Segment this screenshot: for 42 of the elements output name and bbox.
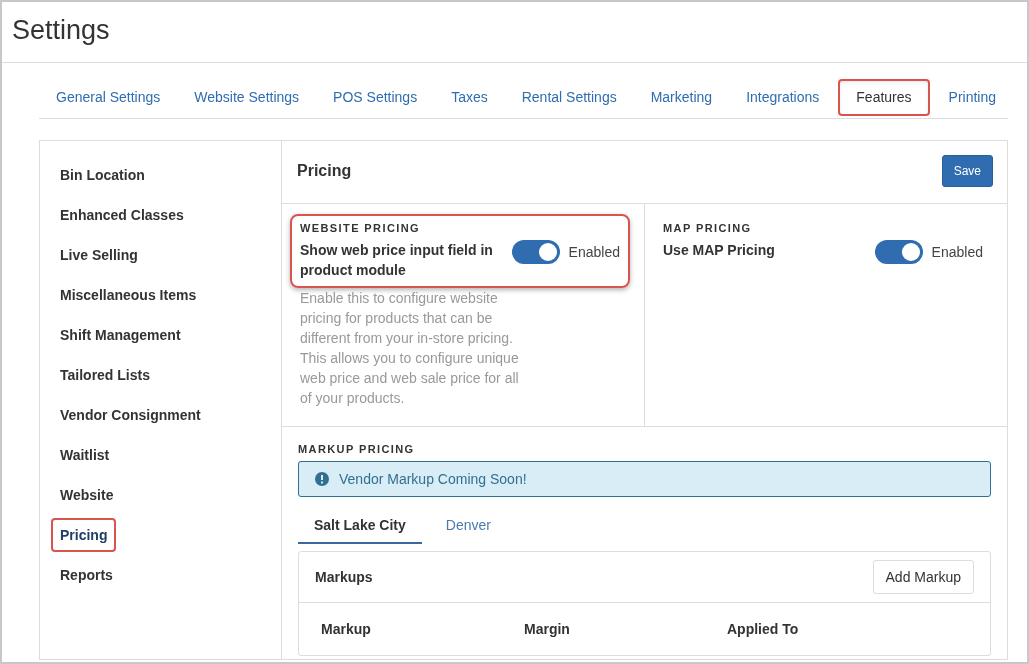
section-heading: WEBSITE PRICING: [300, 222, 421, 234]
sidebar-item[interactable]: Waitlist: [48, 435, 122, 475]
panel-title: Pricing: [297, 162, 352, 180]
column-header: Markup: [321, 621, 372, 637]
section-heading: MARKUP PRICING: [298, 443, 416, 455]
settings-tab[interactable]: Website Settings: [177, 77, 317, 118]
info-icon: [315, 472, 329, 486]
sidebar-item[interactable]: Pricing: [48, 515, 120, 555]
sidebar-item[interactable]: Shift Management: [48, 315, 193, 355]
settings-tab[interactable]: Rental Settings: [504, 77, 634, 118]
settings-tab[interactable]: POS Settings: [316, 77, 435, 118]
add-markup-button[interactable]: Add Markup: [872, 560, 974, 594]
page-title: Settings: [2, 2, 1027, 63]
settings-tab[interactable]: Features: [836, 77, 932, 118]
section-heading: MAP PRICING: [663, 222, 753, 234]
column-header: Margin: [524, 621, 571, 637]
settings-tab[interactable]: Printing: [931, 77, 1014, 118]
card-title: Markups: [315, 569, 373, 585]
sidebar-item[interactable]: Miscellaneous Items: [48, 275, 209, 315]
setting-description: Enable this to configure website pricing for products that can be different from your in-store pricing. This allows you to configure unique web price and web sale price for all of your products.: [299, 289, 520, 408]
sidebar-item[interactable]: Bin Location: [48, 155, 157, 195]
settings-tab[interactable]: Taxes: [434, 77, 505, 118]
column-header: Applied To: [727, 621, 800, 637]
save-button[interactable]: Save: [941, 155, 993, 187]
toggle-switch[interactable]: [874, 240, 923, 264]
sidebar-item[interactable]: Website: [48, 475, 126, 515]
location-tab[interactable]: Denver: [429, 507, 507, 544]
sidebar-item[interactable]: Reports: [48, 555, 125, 595]
toggle-switch[interactable]: [511, 240, 560, 264]
setting-label: Use MAP Pricing: [663, 241, 775, 260]
toggle-label: Enabled: [931, 244, 983, 260]
settings-tab[interactable]: Integrations: [729, 77, 837, 118]
location-tab[interactable]: Salt Lake City: [298, 507, 422, 544]
settings-tab[interactable]: General Settings: [39, 77, 178, 118]
sidebar-item[interactable]: Live Selling: [48, 235, 150, 275]
sidebar-item[interactable]: Vendor Consignment: [48, 395, 213, 435]
setting-label: Show web price input field in product module: [300, 241, 494, 280]
alert-text: Vendor Markup Coming Soon!: [339, 471, 527, 487]
sidebar-item[interactable]: Tailored Lists: [48, 355, 162, 395]
settings-tab[interactable]: Marketing: [633, 77, 730, 118]
toggle-label: Enabled: [568, 244, 620, 260]
sidebar-item[interactable]: Enhanced Classes: [48, 195, 196, 235]
